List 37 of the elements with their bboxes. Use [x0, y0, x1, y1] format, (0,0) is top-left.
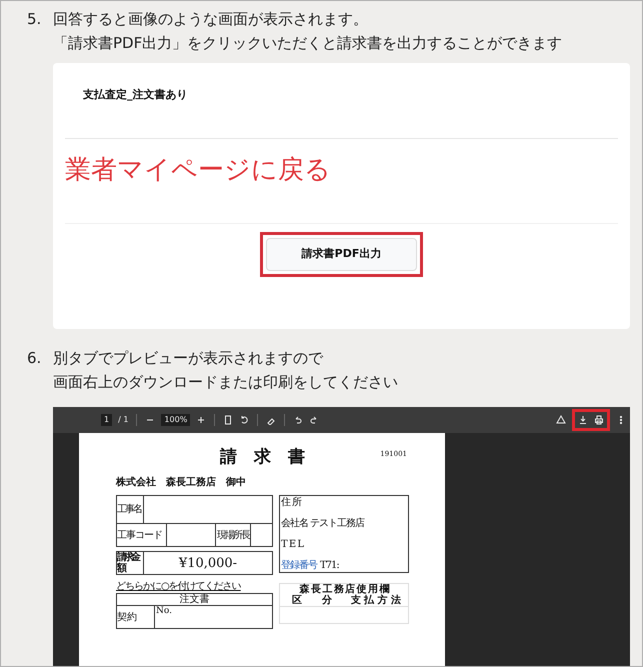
- instruction-text: 「請求書PDF出力」をクリックいただくと請求書を出力することができます: [53, 33, 562, 54]
- field-label: 区 分: [291, 595, 333, 606]
- company-name: 会社名 テスト工務店: [281, 518, 366, 529]
- back-link[interactable]: 業者マイページに戻る: [53, 139, 630, 223]
- page-number-field[interactable]: 1: [101, 414, 112, 426]
- instruction-text: 別タブでプレビューが表示されますので: [53, 348, 324, 369]
- field-label: 請求金額: [117, 552, 144, 574]
- pdf-output-button[interactable]: 請求書PDF出力: [266, 238, 417, 271]
- field-label: 登録番号: [281, 560, 317, 571]
- instruction-text: 画面右上のダウンロードまたは印刷をしてください: [53, 372, 398, 393]
- field-label: 現場所長: [215, 524, 250, 546]
- print-icon[interactable]: [594, 415, 604, 425]
- field-label: 注文書: [117, 594, 272, 606]
- step-number: 6.: [27, 348, 41, 369]
- step-number: 5.: [27, 9, 41, 30]
- instruction-note: どちらかに○を付けてください: [116, 581, 242, 592]
- zoom-field[interactable]: 100%: [161, 414, 190, 426]
- zoom-in-icon[interactable]: [196, 415, 206, 425]
- amount-value: ¥10,000-: [178, 554, 238, 572]
- page-title: 支払査定_注文書あり: [82, 87, 188, 103]
- undo-icon[interactable]: [293, 415, 304, 425]
- field-label: 支 払 方 法: [350, 595, 402, 606]
- instruction-text: 回答すると画像のような画面が表示されます。: [53, 9, 369, 30]
- field-label: 住 所: [281, 497, 303, 508]
- download-icon[interactable]: [578, 415, 588, 425]
- fit-page-icon[interactable]: [223, 415, 234, 425]
- page-total: / 1: [118, 414, 128, 426]
- invoice-title: 請 求 書: [220, 446, 305, 470]
- rotate-icon[interactable]: [239, 415, 250, 425]
- field-label: 工事名: [117, 496, 144, 523]
- field-label: 契約: [117, 606, 155, 628]
- addressee: 株式会社 森長工務店 御中: [116, 475, 247, 490]
- field-label: 森 長 工 務 店 使 用 欄: [298, 584, 390, 595]
- field-label: No.: [155, 606, 172, 618]
- field-label: 工事コード: [117, 524, 167, 546]
- field-label: T E L: [281, 539, 304, 550]
- registration-number: T71:: [320, 560, 339, 571]
